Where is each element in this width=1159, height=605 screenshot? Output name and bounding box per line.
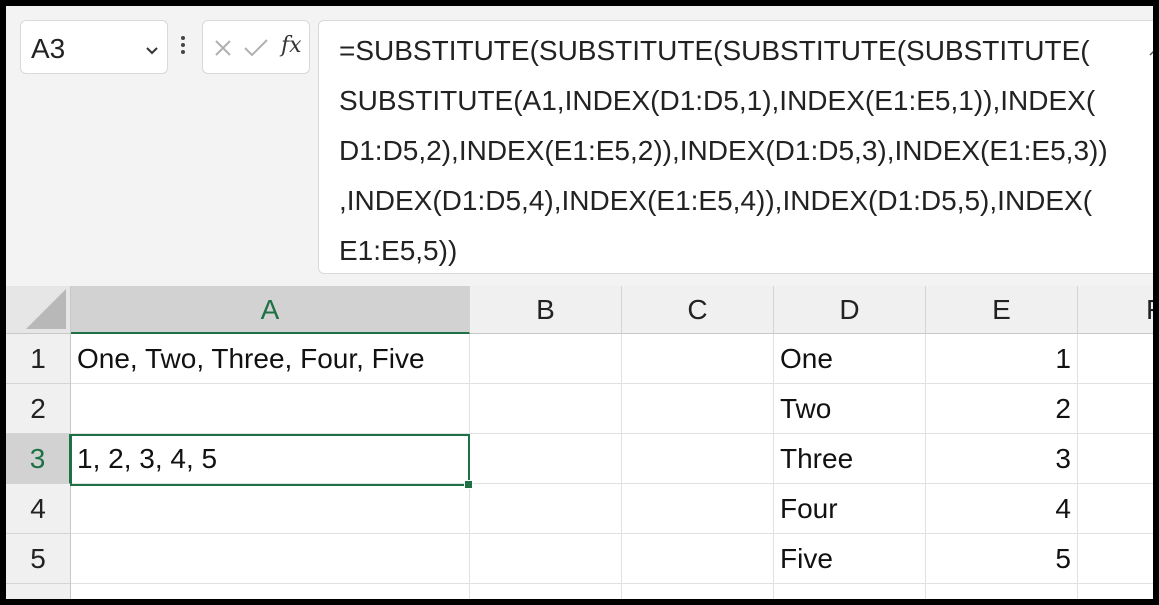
formula-line: E1:E5,5)) bbox=[339, 235, 458, 266]
row-header-3[interactable]: 3 bbox=[6, 434, 71, 484]
cell-f4[interactable] bbox=[1078, 484, 1153, 534]
column-header-e[interactable]: E bbox=[926, 286, 1078, 334]
more-icon[interactable] bbox=[180, 36, 186, 58]
cell-e6[interactable] bbox=[926, 584, 1078, 599]
cell-f3[interactable] bbox=[1078, 434, 1153, 484]
column-header-c[interactable]: C bbox=[622, 286, 774, 334]
cell-b2[interactable] bbox=[470, 384, 622, 434]
formula-input[interactable]: =SUBSTITUTE(SUBSTITUTE(SUBSTITUTE(SUBSTI… bbox=[318, 20, 1153, 274]
cell-a2[interactable] bbox=[71, 384, 470, 434]
cell-d2[interactable]: Two bbox=[774, 384, 926, 434]
column-header-d[interactable]: D bbox=[774, 286, 926, 334]
cell-f6[interactable] bbox=[1078, 584, 1153, 599]
cell-b5[interactable] bbox=[470, 534, 622, 584]
cancel-icon[interactable] bbox=[213, 38, 233, 63]
cell-e2[interactable]: 2 bbox=[926, 384, 1078, 434]
row-header-2[interactable]: 2 bbox=[6, 384, 71, 434]
worksheet-grid: A B C D E F 1 2 3 4 5 One, Two, Three, F… bbox=[6, 286, 1153, 599]
cell-d1[interactable]: One bbox=[774, 334, 926, 384]
scroll-up-icon[interactable] bbox=[1149, 43, 1153, 61]
name-box[interactable]: A3 bbox=[20, 20, 168, 74]
chevron-down-icon[interactable] bbox=[145, 43, 159, 61]
formula-line: ,INDEX(D1:D5,4),INDEX(E1:E5,4)),INDEX(D1… bbox=[339, 185, 1093, 216]
excel-window: A3 fx =SUBSTITUTE(SUBSTITUTE(SUBSTITUTE(… bbox=[6, 6, 1153, 599]
row-header-6[interactable] bbox=[6, 584, 71, 599]
cell-d6[interactable] bbox=[774, 584, 926, 599]
cell-c2[interactable] bbox=[622, 384, 774, 434]
column-header-b[interactable]: B bbox=[470, 286, 622, 334]
cell-c5[interactable] bbox=[622, 534, 774, 584]
cell-e4[interactable]: 4 bbox=[926, 484, 1078, 534]
insert-function-icon[interactable]: fx bbox=[281, 33, 302, 58]
cell-a3[interactable]: 1, 2, 3, 4, 5 bbox=[71, 434, 470, 484]
cell-f1[interactable] bbox=[1078, 334, 1153, 384]
cell-f5[interactable] bbox=[1078, 534, 1153, 584]
cell-e1[interactable]: 1 bbox=[926, 334, 1078, 384]
cell-d4[interactable]: Four bbox=[774, 484, 926, 534]
cell-c3[interactable] bbox=[622, 434, 774, 484]
cell-f2[interactable] bbox=[1078, 384, 1153, 434]
cell-a1[interactable]: One, Two, Three, Four, Five bbox=[71, 334, 470, 384]
row-header-5[interactable]: 5 bbox=[6, 534, 71, 584]
cell-c6[interactable] bbox=[622, 584, 774, 599]
cell-b1[interactable] bbox=[470, 334, 622, 384]
cell-b6[interactable] bbox=[470, 584, 622, 599]
cell-c4[interactable] bbox=[622, 484, 774, 534]
formula-buttons: fx bbox=[202, 20, 310, 74]
cell-b4[interactable] bbox=[470, 484, 622, 534]
cell-a5[interactable] bbox=[71, 534, 470, 584]
formula-line: D1:D5,2),INDEX(E1:E5,2)),INDEX(D1:D5,3),… bbox=[339, 135, 1108, 166]
row-header-4[interactable]: 4 bbox=[6, 484, 71, 534]
cell-d5[interactable]: Five bbox=[774, 534, 926, 584]
formula-line: SUBSTITUTE(A1,INDEX(D1:D5,1),INDEX(E1:E5… bbox=[339, 85, 1096, 116]
cell-d3[interactable]: Three bbox=[774, 434, 926, 484]
enter-icon[interactable] bbox=[243, 38, 269, 63]
column-header-f[interactable]: F bbox=[1078, 286, 1153, 334]
cell-a6[interactable] bbox=[71, 584, 470, 599]
cell-c1[interactable] bbox=[622, 334, 774, 384]
formula-line: =SUBSTITUTE(SUBSTITUTE(SUBSTITUTE(SUBSTI… bbox=[339, 35, 1090, 66]
cell-a4[interactable] bbox=[71, 484, 470, 534]
select-all-icon[interactable] bbox=[6, 286, 71, 334]
column-header-a[interactable]: A bbox=[71, 286, 470, 334]
cell-b3[interactable] bbox=[470, 434, 622, 484]
name-box-value[interactable]: A3 bbox=[31, 33, 65, 65]
cell-e5[interactable]: 5 bbox=[926, 534, 1078, 584]
cell-e3[interactable]: 3 bbox=[926, 434, 1078, 484]
row-header-1[interactable]: 1 bbox=[6, 334, 71, 384]
